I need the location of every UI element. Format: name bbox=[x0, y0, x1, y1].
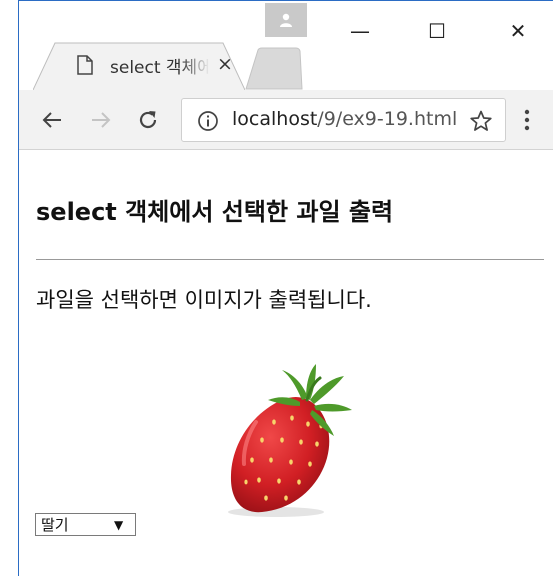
maximize-button[interactable]: ☐ bbox=[415, 13, 459, 49]
forward-arrow-icon bbox=[92, 112, 111, 128]
divider bbox=[36, 259, 544, 260]
browser-toolbar: localhost/9/ex9-19.html bbox=[19, 90, 553, 150]
page-icon bbox=[77, 55, 93, 75]
user-avatar-icon[interactable] bbox=[265, 3, 307, 37]
new-tab-button[interactable] bbox=[244, 46, 304, 90]
browser-window: — ☐ ✕ select 객체에서 선택한 과일 출력 × bbox=[18, 0, 553, 576]
star-icon[interactable] bbox=[469, 109, 493, 133]
back-button[interactable] bbox=[36, 104, 68, 136]
minimize-button[interactable]: — bbox=[338, 13, 382, 49]
tab-active[interactable]: select 객체에서 선택한 과일 출력 × bbox=[33, 42, 245, 90]
strawberry-image bbox=[228, 364, 352, 517]
minimize-icon: — bbox=[350, 19, 370, 43]
url-text[interactable]: localhost/9/ex9-19.html bbox=[232, 108, 462, 134]
tab-close-button[interactable]: × bbox=[214, 52, 236, 76]
page-title: select 객체에서 선택한 과일 출력 bbox=[36, 198, 394, 226]
close-icon: ✕ bbox=[509, 19, 527, 43]
forward-button[interactable] bbox=[85, 104, 117, 136]
tab-title: select 객체에서 선택한 과일 출력 bbox=[110, 58, 210, 77]
page-content: select 객체에서 선택한 과일 출력 과일을 선택하면 이미지가 출력됩니… bbox=[19, 150, 553, 576]
reload-button[interactable] bbox=[132, 104, 164, 136]
back-arrow-icon bbox=[42, 112, 61, 128]
maximize-icon: ☐ bbox=[428, 19, 446, 43]
instruction-text: 과일을 선택하면 이미지가 출력됩니다. bbox=[36, 288, 372, 312]
fruit-select-value: 딸기 bbox=[41, 516, 69, 534]
menu-dots-icon[interactable] bbox=[517, 106, 537, 134]
reload-icon bbox=[139, 111, 157, 129]
info-icon[interactable] bbox=[197, 110, 219, 132]
address-bar[interactable]: localhost/9/ex9-19.html bbox=[181, 98, 506, 142]
close-window-button[interactable]: ✕ bbox=[496, 13, 540, 49]
title-bar: — ☐ ✕ select 객체에서 선택한 과일 출력 × bbox=[19, 1, 553, 90]
fruit-select[interactable]: 딸기 ▼ bbox=[35, 513, 136, 536]
url-path: /9/ex9-19.html bbox=[317, 108, 458, 130]
chevron-down-icon: ▼ bbox=[114, 518, 124, 532]
url-host: localhost bbox=[232, 108, 318, 130]
